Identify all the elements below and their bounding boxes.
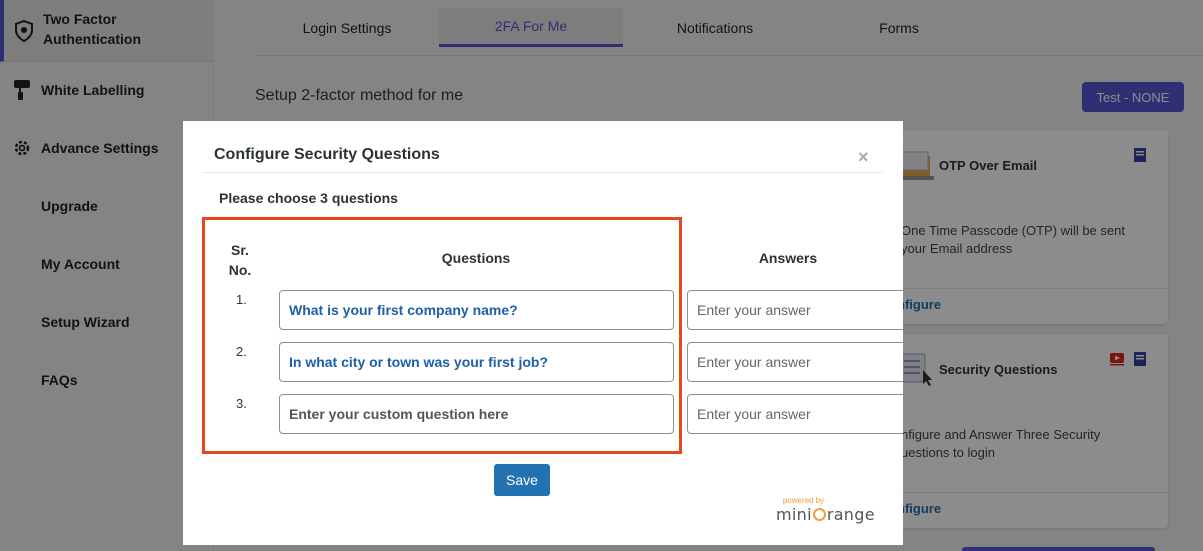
- highlight-box: [202, 217, 682, 454]
- answer-1-input[interactable]: Enter your answer: [687, 290, 903, 330]
- modal-subtitle: Please choose 3 questions: [219, 190, 398, 206]
- configure-security-questions-modal: Configure Security Questions × Please ch…: [183, 121, 903, 545]
- logo-o-icon: [812, 508, 826, 521]
- close-icon[interactable]: ×: [858, 147, 869, 168]
- logo-text-a: mini: [776, 505, 812, 524]
- logo-powered-by: powered by: [782, 496, 825, 505]
- logo-wordmark: mini range: [776, 505, 875, 524]
- header-answers: Answers: [758, 250, 818, 266]
- miniorange-logo: powered by mini range: [776, 496, 876, 526]
- logo-text-b: range: [826, 505, 875, 524]
- modal-title: Configure Security Questions: [214, 146, 440, 163]
- save-button[interactable]: Save: [494, 464, 550, 496]
- answer-3-input[interactable]: Enter your answer: [687, 394, 903, 434]
- answer-2-input[interactable]: Enter your answer: [687, 342, 903, 382]
- modal-divider: [204, 172, 883, 173]
